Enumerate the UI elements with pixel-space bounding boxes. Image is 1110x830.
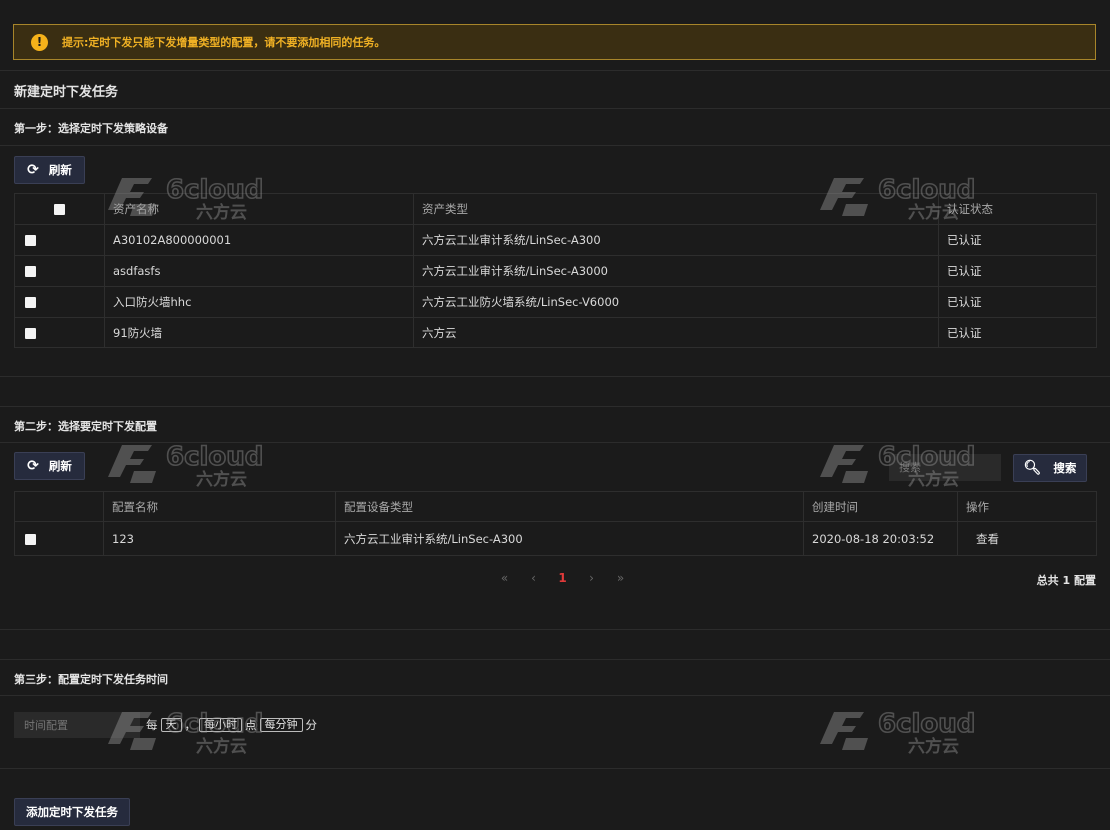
asset-name: A30102A800000001 <box>104 224 414 256</box>
minute-select[interactable]: 每分钟 <box>259 718 303 732</box>
config-name: 123 <box>103 521 336 556</box>
divider <box>0 108 1110 109</box>
search-icon: 🔍︎ <box>1023 460 1042 476</box>
watermark-logo: 6cloud 六方云 <box>816 708 976 757</box>
svg-text:六方云: 六方云 <box>196 469 247 487</box>
table-row[interactable]: 91防火墙 六方云 已认证 <box>14 317 1097 348</box>
col-auth-status: 认证状态 <box>938 193 1097 225</box>
brand-logo-icon: 6cloud 六方云 <box>108 441 264 490</box>
cron-unit-label: 分 <box>305 718 318 732</box>
step1-title: 第一步：选择定时下发策略设备 <box>14 122 168 135</box>
cron-comma: ， <box>184 718 197 732</box>
divider <box>0 659 1110 660</box>
day-select[interactable]: 天 <box>160 718 182 732</box>
pagination: « ‹ 1 › » <box>490 571 635 585</box>
refresh-button[interactable]: ⟳ 刷新 <box>14 156 85 184</box>
auth-status: 已认证 <box>938 224 1097 256</box>
col-config-name: 配置名称 <box>103 491 336 522</box>
warning-alert: ! 提示:定时下发只能下发增量类型的配置，请不要添加相同的任务。 <box>13 24 1096 60</box>
step2-title: 第二步：选择要定时下发配置 <box>14 420 157 433</box>
divider <box>0 768 1110 769</box>
table-row[interactable]: 入口防火墙hhc 六方云工业防火墙系统/LinSec-V6000 已认证 <box>14 286 1097 318</box>
refresh-label: 刷新 <box>48 459 72 473</box>
divider <box>0 442 1110 443</box>
cron-point-label: 点 <box>245 718 257 732</box>
add-task-label: 添加定时下发任务 <box>26 805 118 819</box>
search-input[interactable] <box>889 454 1001 481</box>
row-checkbox[interactable] <box>25 533 36 545</box>
table-header-row: 资产名称 资产类型 认证状态 <box>14 193 1097 225</box>
brand-logo-icon: 6cloud 六方云 <box>820 708 976 757</box>
search-label: 搜索 <box>1053 461 1077 475</box>
hour-select[interactable]: 每小时 <box>199 718 242 732</box>
svg-text:6cloud: 6cloud <box>878 709 975 739</box>
refresh-icon: ⟳ <box>27 458 39 474</box>
time-config-input[interactable] <box>14 712 140 738</box>
device-table: 资产名称 资产类型 认证状态 A30102A800000001 六方云工业审计系… <box>14 193 1097 348</box>
warning-icon: ! <box>31 33 48 51</box>
row-checkbox[interactable] <box>25 297 36 308</box>
divider <box>0 376 1110 377</box>
page-prev[interactable]: ‹ <box>519 571 548 585</box>
table-row[interactable]: A30102A800000001 六方云工业审计系统/LinSec-A300 已… <box>14 224 1097 256</box>
divider <box>0 695 1110 696</box>
auth-status: 已认证 <box>938 286 1097 318</box>
divider <box>0 629 1110 630</box>
row-checkbox[interactable] <box>25 235 36 246</box>
cron-builder: 每 天 ， 每小时 点 每分钟 分 <box>146 717 317 733</box>
svg-text:六方云: 六方云 <box>196 736 247 754</box>
alert-text: 提示:定时下发只能下发增量类型的配置，请不要添加相同的任务。 <box>62 36 386 49</box>
asset-type: 六方云工业审计系统/LinSec-A300 <box>413 224 939 256</box>
page-title: 新建定时下发任务 <box>14 85 119 100</box>
asset-type: 六方云工业审计系统/LinSec-A3000 <box>413 255 939 287</box>
col-asset-type: 资产类型 <box>413 193 939 225</box>
step3-title: 第三步：配置定时下发任务时间 <box>14 673 168 686</box>
table-header-row: 配置名称 配置设备类型 创建时间 操作 <box>14 491 1097 522</box>
config-table: 配置名称 配置设备类型 创建时间 操作 123 六方云工业审计系统/LinSec… <box>14 491 1097 556</box>
add-task-button[interactable]: 添加定时下发任务 <box>14 798 130 826</box>
config-device-type: 六方云工业审计系统/LinSec-A300 <box>335 521 804 556</box>
select-all-checkbox[interactable] <box>54 204 65 215</box>
svg-text:六方云: 六方云 <box>908 736 959 754</box>
page-first[interactable]: « <box>490 571 519 585</box>
table-row[interactable]: asdfasfs 六方云工业审计系统/LinSec-A3000 已认证 <box>14 255 1097 287</box>
watermark-logo: 6cloud 六方云 <box>104 441 264 490</box>
refresh-label: 刷新 <box>48 163 72 177</box>
col-created-time: 创建时间 <box>803 491 958 522</box>
cron-every-label: 每 <box>146 718 158 732</box>
divider <box>0 70 1110 71</box>
row-checkbox[interactable] <box>25 327 36 339</box>
divider <box>0 145 1110 146</box>
page-next[interactable]: › <box>577 571 606 585</box>
asset-name: 入口防火墙hhc <box>104 286 414 318</box>
asset-name: asdfasfs <box>104 255 414 287</box>
created-time: 2020-08-18 20:03:52 <box>803 521 958 556</box>
view-link[interactable]: 查看 <box>957 521 1097 556</box>
auth-status: 已认证 <box>938 255 1097 287</box>
divider <box>0 406 1110 407</box>
col-device-type: 配置设备类型 <box>335 491 804 522</box>
table-row[interactable]: 123 六方云工业审计系统/LinSec-A300 2020-08-18 20:… <box>14 521 1097 556</box>
svg-text:6cloud: 6cloud <box>166 442 263 472</box>
total-count: 总共 1 配置 <box>1036 574 1096 587</box>
col-asset-name: 资产名称 <box>104 193 414 225</box>
asset-type: 六方云 <box>413 317 939 348</box>
row-checkbox[interactable] <box>25 266 36 277</box>
col-action: 操作 <box>957 491 1097 522</box>
search-button[interactable]: 🔍︎ 搜索 <box>1013 454 1087 482</box>
asset-type: 六方云工业防火墙系统/LinSec-V6000 <box>413 286 939 318</box>
asset-name: 91防火墙 <box>104 317 414 348</box>
page-last[interactable]: » <box>606 571 635 585</box>
refresh-icon: ⟳ <box>27 162 39 178</box>
auth-status: 已认证 <box>938 317 1097 348</box>
refresh-config-button[interactable]: ⟳ 刷新 <box>14 452 85 480</box>
page-current[interactable]: 1 <box>548 571 577 585</box>
